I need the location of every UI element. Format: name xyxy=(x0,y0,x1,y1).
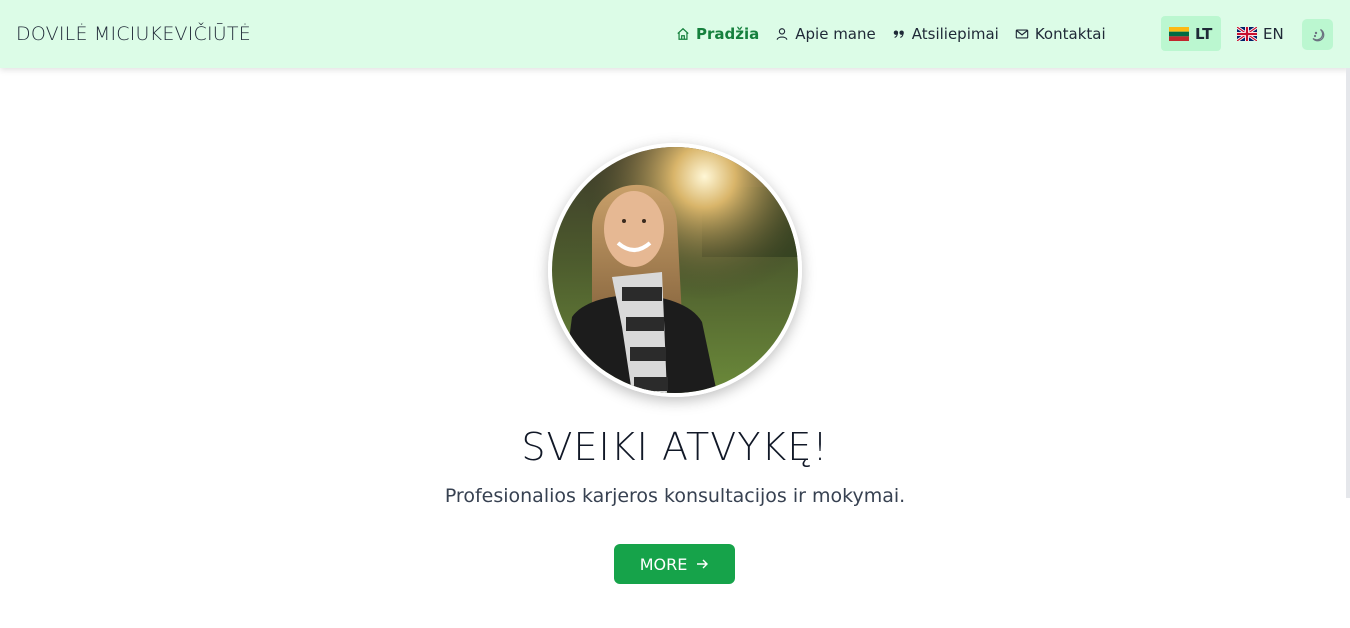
nav-item-label: Pradžia xyxy=(696,25,760,43)
quote-icon xyxy=(893,30,904,38)
lithuania-flag-icon xyxy=(1169,26,1189,41)
mail-icon xyxy=(1015,29,1029,39)
language-code: LT xyxy=(1195,24,1213,43)
arrow-right-icon xyxy=(697,559,709,569)
language-en-button[interactable]: EN xyxy=(1229,16,1295,51)
nav-item-label: Apie mane xyxy=(795,25,876,43)
navbar: DOVILĖ MICIUKEVIČIŪTĖ Pradžia Apie mane … xyxy=(0,0,1350,68)
profile-photo xyxy=(548,143,802,397)
more-button-label: MORE xyxy=(639,554,688,574)
moon-icon xyxy=(1312,28,1324,41)
language-lt-button[interactable]: LT xyxy=(1161,16,1221,51)
language-code: EN xyxy=(1263,24,1284,43)
main-nav: Pradžia Apie mane Atsiliepimai Kontaktai xyxy=(676,0,1122,68)
nav-item-label: Atsiliepimai xyxy=(911,25,999,43)
nav-item-home[interactable]: Pradžia xyxy=(676,25,759,43)
brand-logo[interactable]: DOVILĖ MICIUKEVIČIŪTĖ xyxy=(16,23,251,45)
nav-item-about[interactable]: Apie mane xyxy=(775,25,876,43)
hero-subtitle: Profesionalios karjeros konsultacijos ir… xyxy=(444,485,906,507)
nav-item-testimonials[interactable]: Atsiliepimai xyxy=(892,25,999,43)
scrollbar[interactable] xyxy=(1346,68,1350,498)
hero-title: SVEIKI ATVYKĘ! xyxy=(521,425,829,469)
theme-toggle-button[interactable] xyxy=(1302,19,1333,50)
user-icon xyxy=(776,28,788,40)
uk-flag-icon xyxy=(1237,26,1257,41)
hero-section: SVEIKI ATVYKĘ! Profesionalios karjeros k… xyxy=(0,68,1350,628)
home-icon xyxy=(677,27,689,40)
nav-item-label: Kontaktai xyxy=(1034,25,1106,43)
more-button[interactable]: MORE xyxy=(614,544,735,584)
nav-item-contacts[interactable]: Kontaktai xyxy=(1015,25,1106,43)
